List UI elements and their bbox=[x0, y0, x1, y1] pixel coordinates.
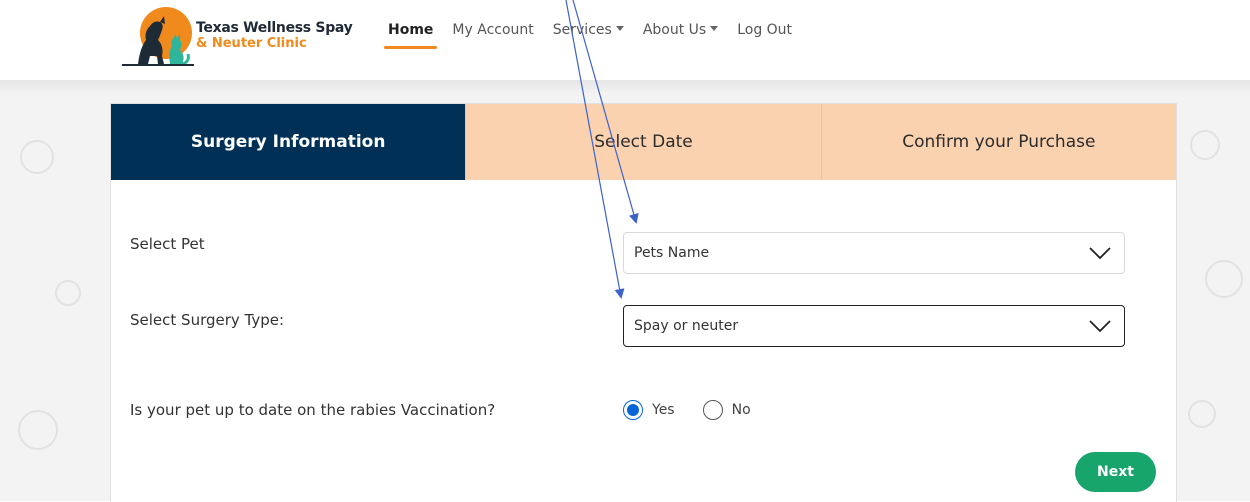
background-doodle bbox=[20, 140, 54, 174]
brand-name-line2: & Neuter Clinic bbox=[196, 36, 307, 51]
rabies-question: Is your pet up to date on the rabies Vac… bbox=[130, 401, 496, 419]
background-doodle bbox=[1205, 260, 1243, 298]
select-surgery-type-value: Spay or neuter bbox=[634, 318, 739, 334]
site-header: Texas Wellness Spay & Neuter Clinic Home… bbox=[0, 0, 1250, 80]
background-doodle bbox=[18, 410, 58, 450]
nav-my-account-label: My Account bbox=[452, 22, 534, 38]
rabies-radio-group: Yes No bbox=[623, 400, 779, 420]
nav-my-account[interactable]: My Account bbox=[452, 22, 533, 38]
background-doodle bbox=[1190, 130, 1220, 160]
nav-services-label: Services bbox=[552, 22, 612, 38]
background-doodle bbox=[1188, 400, 1216, 428]
progress-steps: Surgery Information Select Date Confirm … bbox=[111, 104, 1176, 180]
step-surgery-information[interactable]: Surgery Information bbox=[111, 104, 466, 180]
caret-down-icon bbox=[710, 25, 719, 31]
surgery-booking-card: Surgery Information Select Date Confirm … bbox=[110, 103, 1177, 502]
chevron-down-icon bbox=[1089, 320, 1111, 333]
rabies-no-radio[interactable] bbox=[702, 400, 723, 420]
next-button[interactable]: Next bbox=[1075, 452, 1156, 492]
background-doodle bbox=[55, 280, 81, 306]
select-surgery-type-dropdown[interactable]: Spay or neuter bbox=[623, 305, 1125, 347]
nav-home-label: Home bbox=[388, 22, 434, 38]
nav-about-us-label: About Us bbox=[642, 22, 707, 38]
dog-cat-logo-icon bbox=[122, 7, 194, 66]
brand-name-line1: Texas Wellness Spay bbox=[196, 20, 353, 36]
step-confirm-purchase[interactable]: Confirm your Purchase bbox=[820, 104, 1176, 180]
select-surgery-type-label: Select Surgery Type: bbox=[130, 311, 285, 329]
select-pet-value: Pets Name bbox=[634, 245, 710, 261]
caret-down-icon bbox=[615, 25, 624, 31]
nav-about-us[interactable]: About Us bbox=[642, 22, 719, 38]
step-label: Surgery Information bbox=[190, 132, 386, 152]
chevron-down-icon bbox=[1089, 247, 1111, 260]
header-shadow bbox=[0, 80, 1250, 94]
step-label: Confirm your Purchase bbox=[902, 132, 1096, 152]
clinic-logo[interactable]: Texas Wellness Spay & Neuter Clinic bbox=[120, 6, 353, 68]
nav-log-out-label: Log Out bbox=[737, 22, 793, 38]
main-nav: Home My Account Services About Us Log Ou… bbox=[383, 22, 811, 49]
step-select-date[interactable]: Select Date bbox=[465, 104, 821, 180]
select-pet-label: Select Pet bbox=[130, 235, 205, 253]
rabies-yes-label[interactable]: Yes bbox=[652, 402, 675, 418]
nav-log-out[interactable]: Log Out bbox=[737, 22, 792, 38]
nav-home[interactable]: Home bbox=[383, 22, 438, 49]
radio-dot bbox=[627, 404, 639, 416]
rabies-no-label[interactable]: No bbox=[732, 402, 751, 418]
rabies-yes-radio[interactable] bbox=[623, 400, 643, 420]
nav-services[interactable]: Services bbox=[553, 22, 624, 38]
step-label: Select Date bbox=[594, 132, 693, 152]
select-pet-dropdown[interactable]: Pets Name bbox=[623, 232, 1125, 274]
